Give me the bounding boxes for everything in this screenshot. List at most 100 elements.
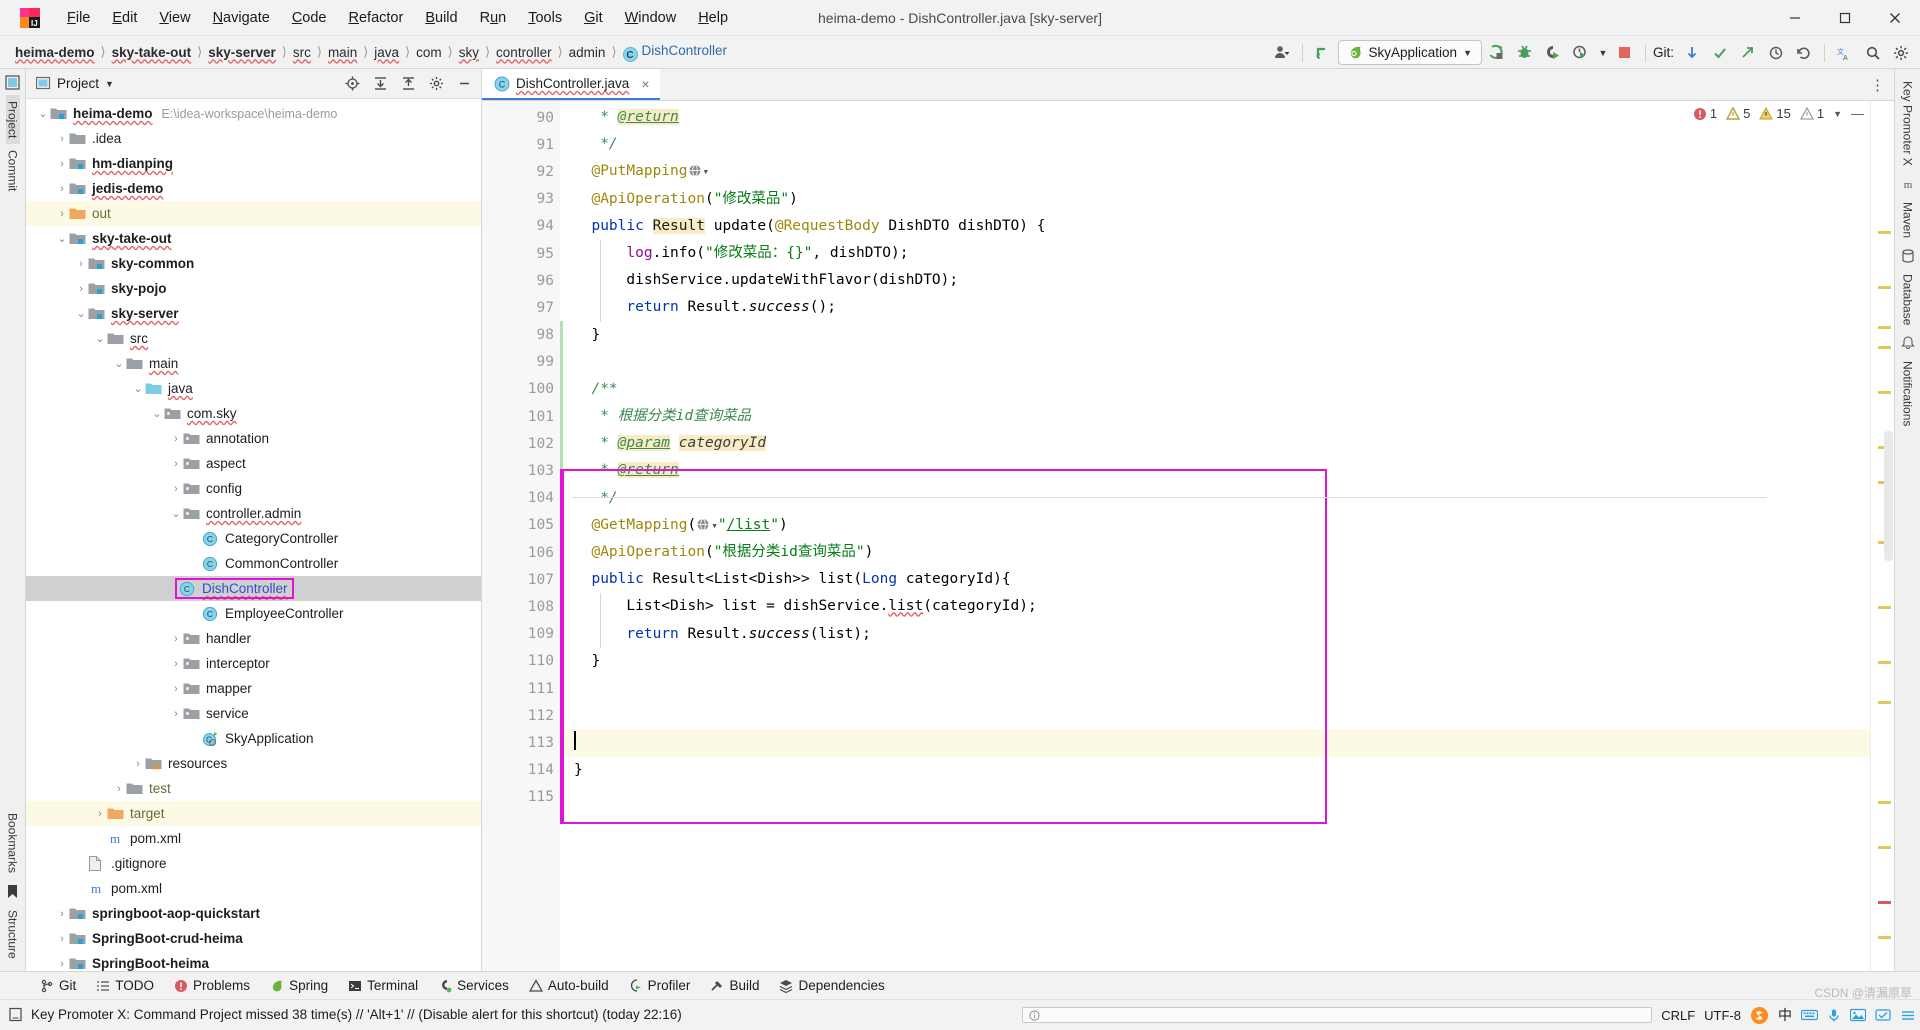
menu-navigate[interactable]: Navigate [202,6,281,30]
tool-window-git[interactable]: Git [30,975,86,996]
tree-item-annotation[interactable]: › annotation [26,426,481,451]
sidebar-item-project[interactable]: Project [5,95,20,145]
breadcrumb-item-src[interactable]: src [288,43,316,62]
git-push-icon[interactable] [1735,40,1761,66]
breadcrumb-item-main[interactable]: main [323,43,362,62]
gutter-line[interactable]: 106▴ [482,539,592,566]
code-line[interactable]: * @return [560,457,1870,484]
gutter-line[interactable]: 101 [482,403,560,430]
tree-item-out[interactable]: › out [26,201,481,226]
gutter-line[interactable]: 108 [482,593,560,620]
inspection-summary[interactable]: 1 5 15 1 ▼ — [1688,105,1868,122]
chevron-down-icon[interactable]: ▼ [1596,40,1610,66]
tree-item-aspect[interactable]: › aspect [26,451,481,476]
code-line[interactable] [560,729,1870,757]
project-window-icon[interactable] [5,75,20,90]
chevron-right-icon[interactable]: › [169,658,183,670]
gutter-line[interactable]: 97 [482,294,560,321]
git-rollback-icon[interactable] [1791,40,1817,66]
tree-item-interceptor[interactable]: › interceptor [26,651,481,676]
stop-icon[interactable] [1612,40,1638,66]
code-line[interactable]: } [560,322,1870,349]
tree-item-hm-dianping[interactable]: › hm-dianping [26,151,481,176]
user-avatar-icon[interactable] [1269,40,1295,66]
updates-icon[interactable] [1310,40,1336,66]
code-line[interactable]: public Result<List<Dish>> list(Long cate… [560,566,1870,593]
sidebar-item-database[interactable]: Database [1901,268,1915,331]
tool-window-todo[interactable]: TODO [86,975,164,996]
menu-git[interactable]: Git [573,6,614,30]
gutter-line[interactable]: 90 [482,104,560,131]
tree-item-springboot-aop-quickstart[interactable]: › springboot-aop-quickstart [26,901,481,926]
tree-item-skyapplication[interactable]: C SkyApplication [26,726,481,751]
tree-item-sky-server[interactable]: ⌄ sky-server [26,301,481,326]
debug-icon[interactable] [1512,40,1538,66]
menu-code[interactable]: Code [281,6,338,30]
chevron-right-icon[interactable]: › [93,808,107,820]
tree-item-sky-common[interactable]: › sky-common [26,251,481,276]
chevron-right-icon[interactable]: › [55,908,69,920]
line-separator-indicator[interactable]: CRLF [1661,1008,1695,1023]
git-update-icon[interactable] [1679,40,1705,66]
code-line[interactable]: @ApiOperation("根据分类id查询菜品") [560,539,1870,566]
tree-item--gitignore[interactable]: .gitignore [26,851,481,876]
notifications-icon[interactable] [1900,336,1915,350]
code-line[interactable]: public Result update(@RequestBody DishDT… [560,213,1870,240]
tool-window-services[interactable]: Services [428,975,519,996]
menu-window[interactable]: Window [614,6,688,30]
vcs-change-bar[interactable] [560,321,563,469]
tree-item-springboot-heima[interactable]: › SpringBoot-heima [26,951,481,971]
chevron-down-icon[interactable]: ⌄ [74,307,88,320]
chevron-right-icon[interactable]: › [55,183,69,195]
database-icon[interactable] [1901,249,1915,263]
menu-tools[interactable]: Tools [517,6,573,30]
tools-icon[interactable] [1875,1008,1891,1022]
tree-item--idea[interactable]: › .idea [26,126,481,151]
sidebar-item-commit[interactable]: Commit [6,144,20,197]
gutter-line[interactable]: 114▴ [482,757,592,784]
gutter-line[interactable]: 104▴ [482,485,592,512]
chevron-down-icon[interactable]: ⌄ [131,382,145,395]
chevron-down-icon[interactable]: ⌄ [93,332,107,345]
breadcrumb-item-heima-demo[interactable]: heima-demo [10,43,100,62]
editor-options-icon[interactable]: ⋮ [1870,69,1886,101]
gutter-line[interactable]: 94▾ [482,213,592,240]
gutter-line[interactable]: 103 [482,457,560,484]
gutter-line[interactable]: 92▾ [482,158,592,185]
run-icon[interactable] [1484,40,1510,66]
tree-item-src[interactable]: ⌄ src [26,326,481,351]
scrollbar-thumb[interactable] [1884,431,1893,561]
gutter-line[interactable]: 100▾ [482,376,592,403]
close-icon[interactable] [1870,0,1920,36]
tree-item-service[interactable]: › service [26,701,481,726]
code-line[interactable] [560,702,1870,729]
chevron-right-icon[interactable]: › [55,958,69,970]
chevron-right-icon[interactable]: › [169,683,183,695]
chevron-right-icon[interactable]: › [55,158,69,170]
keyboard-icon[interactable] [1801,1008,1818,1022]
menu-run[interactable]: Run [469,6,518,30]
sidebar-item-maven[interactable]: Maven [1901,196,1915,244]
hide-icon[interactable] [453,73,475,95]
gutter-line[interactable]: 91▴ [482,131,592,158]
tool-window-spring[interactable]: Spring [260,975,338,996]
hide-icon[interactable]: — [1851,106,1864,121]
tree-item-pom-xml[interactable]: m pom.xml [26,876,481,901]
breadcrumb-item-sky[interactable]: sky [454,43,484,62]
code-line[interactable]: @ApiOperation("修改菜品") [560,186,1870,213]
web-mapping-icon[interactable] [696,517,711,532]
code-line[interactable]: return Result.success(); [560,294,1870,322]
tree-item-handler[interactable]: › handler [26,626,481,651]
sidebar-item-structure[interactable]: Structure [6,904,20,965]
gutter-line[interactable]: 111 [482,675,560,702]
tree-item-target[interactable]: › target [26,801,481,826]
tree-item-springboot-crud-heima[interactable]: › SpringBoot-crud-heima [26,926,481,951]
gutter-line[interactable]: 98▴ [482,322,592,349]
git-history-icon[interactable] [1763,40,1789,66]
menu-build[interactable]: Build [414,6,468,30]
sidebar-item-notifications[interactable]: Notifications [1901,355,1915,432]
chevron-right-icon[interactable]: › [169,433,183,445]
code-line[interactable]: * 根据分类id查询菜品 [560,403,1870,430]
chevron-down-icon[interactable]: ⌄ [36,107,50,120]
tool-window-dependencies[interactable]: Dependencies [769,975,894,996]
